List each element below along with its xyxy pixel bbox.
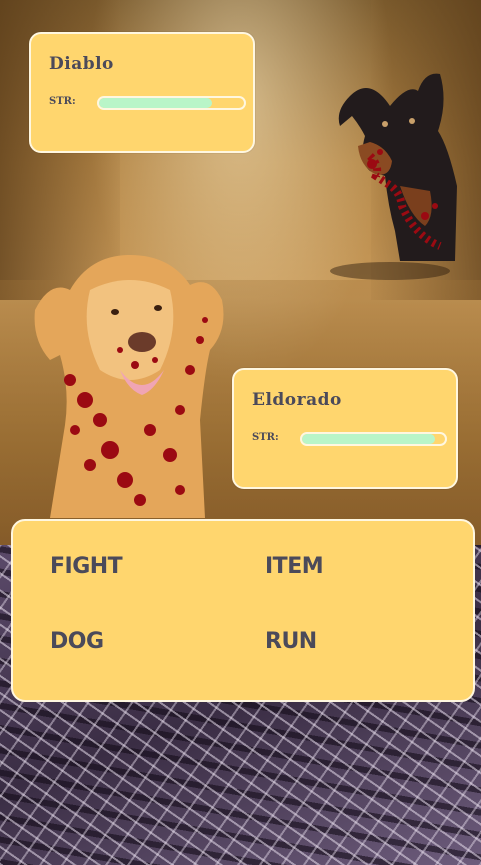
doberman-dog-icon [338,73,457,261]
item-button[interactable]: ITEM [265,554,324,579]
run-button[interactable]: RUN [265,629,317,654]
dog-button[interactable]: DOG [50,629,104,654]
enemy-strength-bar [97,96,246,110]
enemy-strength-fill [99,98,213,108]
player-strength-bar [300,432,447,446]
player-str-label: STR: [252,432,279,443]
enemy-str-label: STR: [49,96,76,107]
golden-retriever-dog-icon [34,255,224,518]
battle-command-menu: FIGHT ITEM DOG RUN [11,519,475,702]
enemy-name: Diablo [49,54,114,74]
player-strength-fill [302,434,435,444]
enemy-status-panel: Diablo STR: [29,32,255,153]
fight-button[interactable]: FIGHT [50,554,123,579]
player-name: Eldorado [252,390,342,410]
player-status-panel: Eldorado STR: [232,368,458,489]
